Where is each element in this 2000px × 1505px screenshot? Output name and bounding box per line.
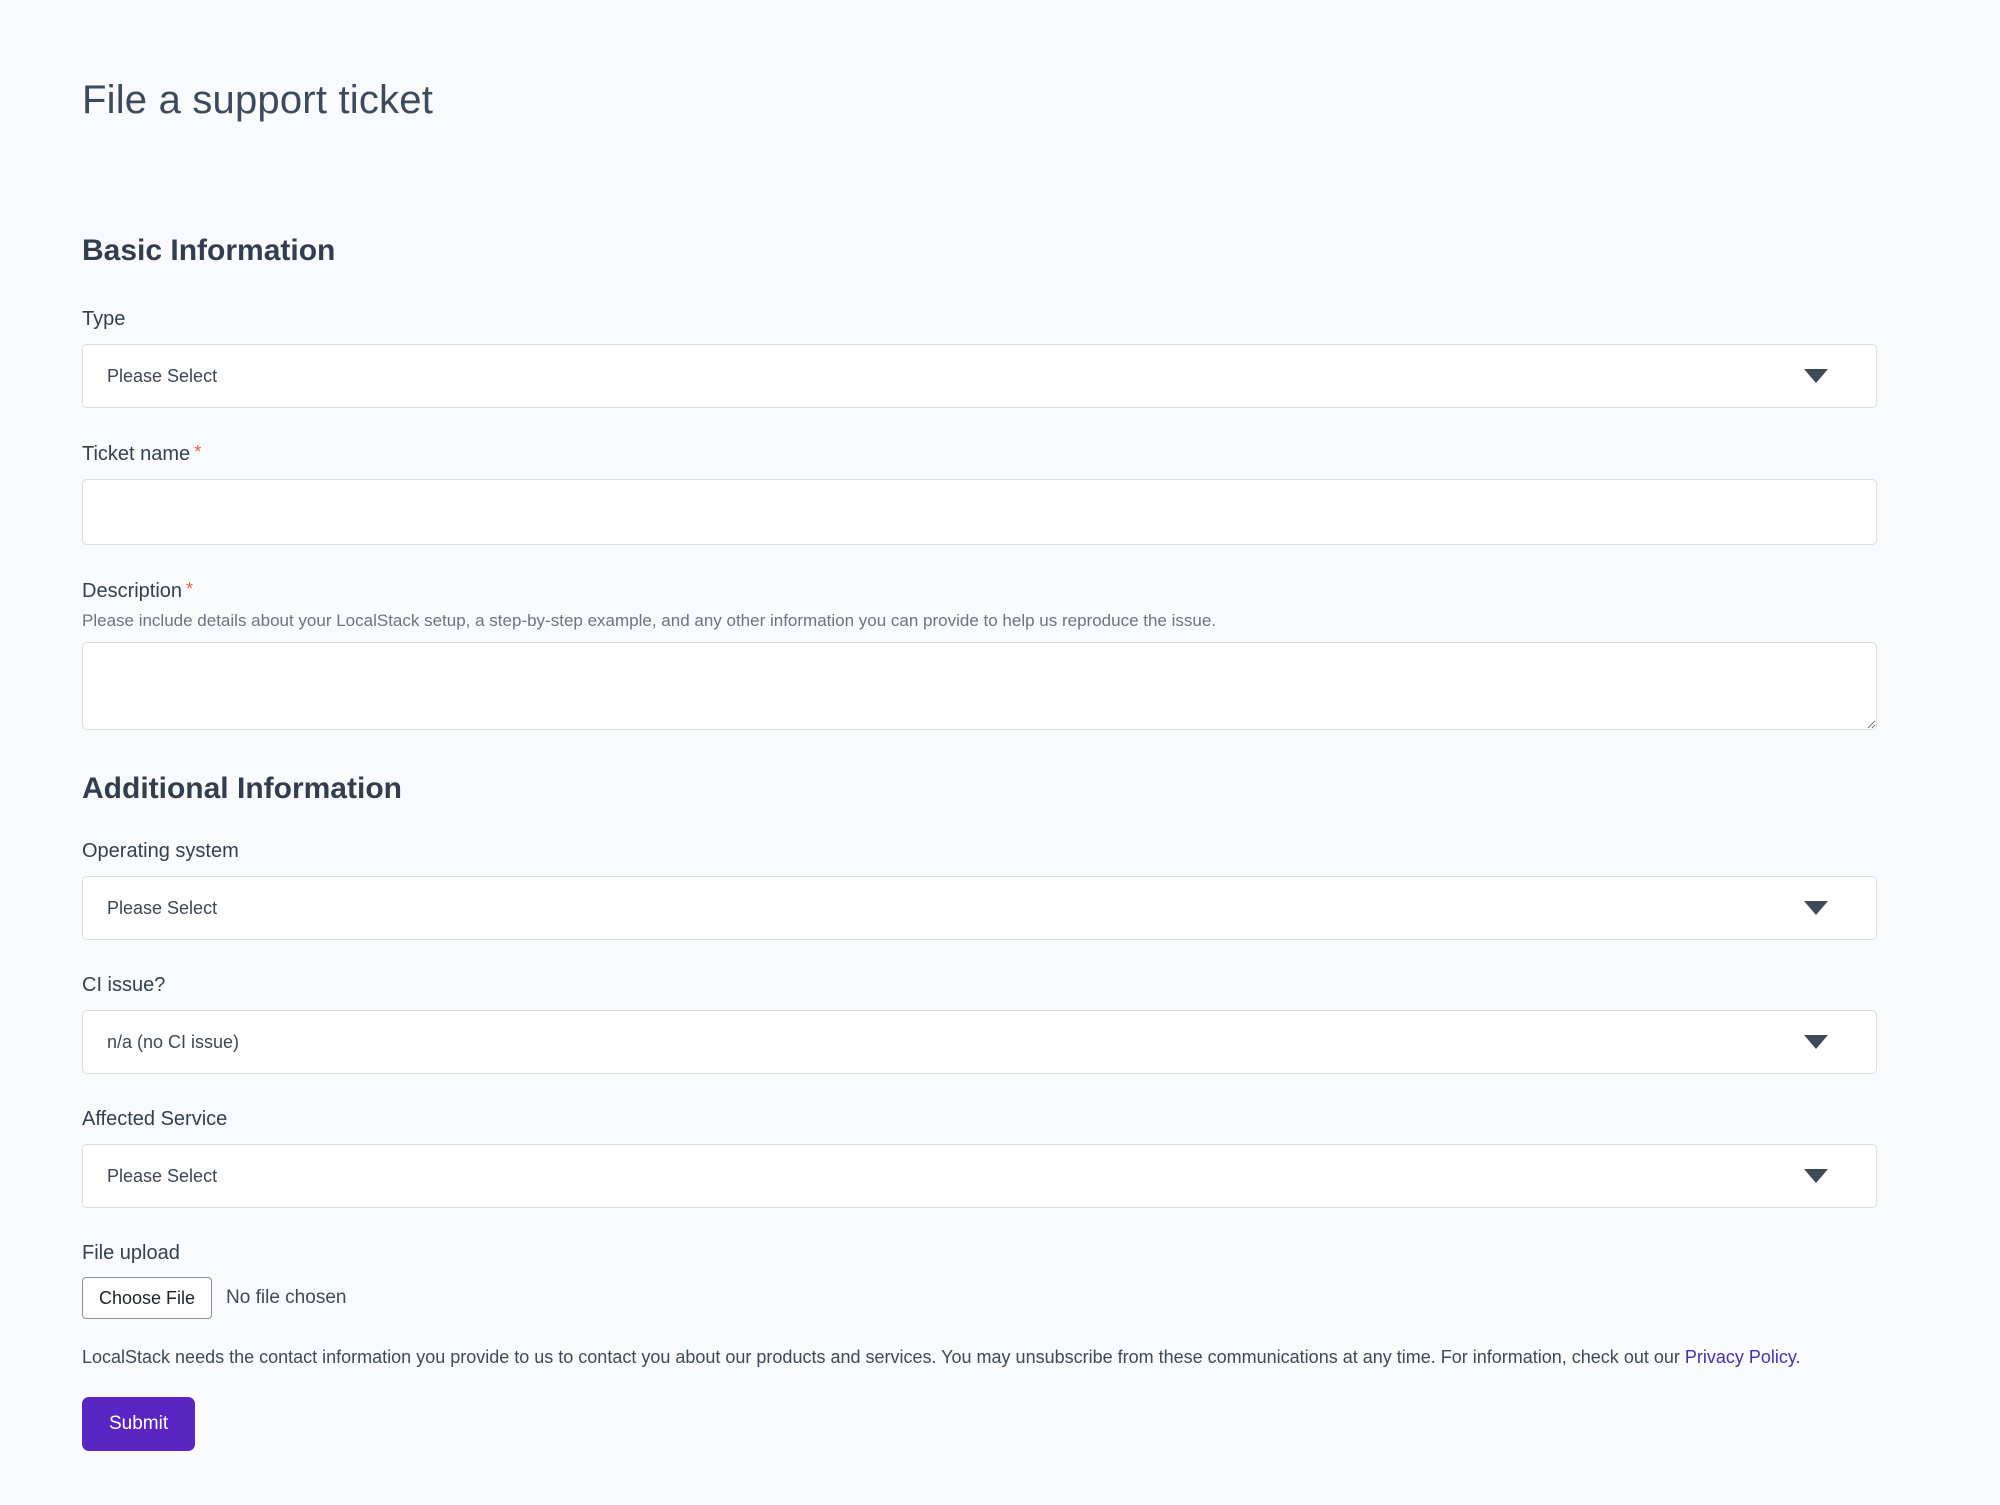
ci-issue-select[interactable]: n/a (no CI issue) [82, 1010, 1877, 1074]
affected-service-select-value: Please Select [107, 1166, 1804, 1187]
file-upload-status: No file chosen [226, 1287, 346, 1309]
file-upload-control: Choose File No file chosen [82, 1277, 1877, 1319]
required-asterisk: * [186, 579, 193, 599]
affected-service-select[interactable]: Please Select [82, 1144, 1877, 1208]
type-select-value: Please Select [107, 366, 1804, 387]
support-ticket-page: File a support ticket Basic Information … [0, 0, 2000, 1505]
description-label: Description* [82, 579, 1877, 603]
file-upload-label: File upload [82, 1242, 1877, 1265]
type-select[interactable]: Please Select [82, 344, 1877, 408]
submit-button[interactable]: Submit [82, 1397, 195, 1451]
description-textarea[interactable] [82, 642, 1877, 730]
privacy-policy-link[interactable]: Privacy Policy. [1685, 1347, 1801, 1367]
caret-down-icon [1804, 901, 1828, 915]
caret-down-icon [1804, 369, 1828, 383]
ticket-name-input[interactable] [82, 479, 1877, 545]
section-heading-additional-information: Additional Information [82, 772, 1877, 806]
caret-down-icon [1804, 1169, 1828, 1183]
privacy-notice-text: LocalStack needs the contact information… [82, 1347, 1685, 1367]
operating-system-select-value: Please Select [107, 898, 1804, 919]
choose-file-button[interactable]: Choose File [82, 1277, 212, 1319]
privacy-notice: LocalStack needs the contact information… [82, 1345, 1877, 1369]
operating-system-select[interactable]: Please Select [82, 876, 1877, 940]
type-label: Type [82, 308, 1877, 331]
required-asterisk: * [194, 442, 201, 462]
caret-down-icon [1804, 1035, 1828, 1049]
ticket-name-label: Ticket name* [82, 442, 1877, 466]
affected-service-label: Affected Service [82, 1108, 1877, 1131]
ci-issue-select-value: n/a (no CI issue) [107, 1032, 1804, 1053]
ci-issue-label: CI issue? [82, 974, 1877, 997]
section-heading-basic-information: Basic Information [82, 234, 1877, 268]
page-title: File a support ticket [82, 78, 1877, 123]
description-helper-text: Please include details about your LocalS… [82, 611, 1877, 631]
operating-system-label: Operating system [82, 840, 1877, 863]
